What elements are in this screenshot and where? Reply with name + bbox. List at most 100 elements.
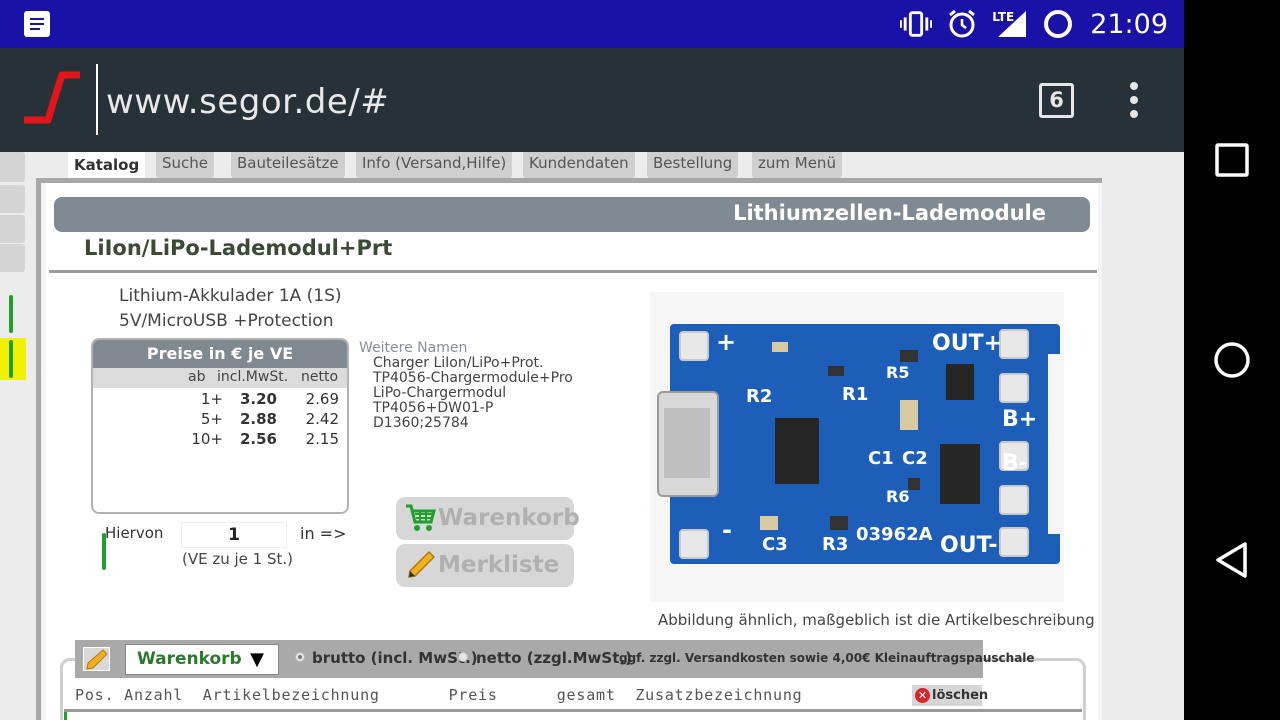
quantity-suffix: in => xyxy=(300,524,347,543)
board-label: R2 xyxy=(746,386,772,407)
tab-switcher-button[interactable]: 6 xyxy=(1039,83,1074,118)
cart-icon xyxy=(406,504,436,531)
pencil-icon xyxy=(408,550,436,578)
tab-kundendaten[interactable]: Kundendaten xyxy=(523,152,635,180)
tab-bauteilesaetze[interactable]: Bauteilesätze xyxy=(231,152,345,180)
price-table-columns: ab incl.MwSt. netto xyxy=(93,368,347,388)
product-image[interactable]: OUT+ OUT- B+ B- R2 R1 R3 R5 R6 C1 C2 C3 … xyxy=(650,292,1064,602)
board-label: R1 xyxy=(842,384,868,405)
url-bar[interactable]: www.segor.de/# xyxy=(106,82,389,122)
tab-bestellung[interactable]: Bestellung xyxy=(647,152,739,180)
board-label: OUT- xyxy=(940,533,997,558)
board-label: 03962A xyxy=(856,524,933,545)
system-nav-bar xyxy=(1184,0,1280,720)
price-netto: 2.42 xyxy=(305,410,339,428)
battery-ring-icon xyxy=(1042,8,1074,40)
divider xyxy=(64,709,1082,712)
site-logo-icon[interactable] xyxy=(22,70,82,130)
edge-tab[interactable] xyxy=(0,215,25,243)
description-line: Lithium-Akkulader 1A (1S) xyxy=(119,286,342,306)
board-label: R5 xyxy=(886,363,909,382)
board-label: R3 xyxy=(822,534,848,555)
quantity-input[interactable]: 1 xyxy=(181,522,287,548)
delete-button[interactable]: ✕ löschen xyxy=(912,685,988,706)
col-netto: netto xyxy=(301,369,339,385)
divider xyxy=(49,270,1097,273)
vibrate-icon xyxy=(900,8,933,40)
product-title: LiIon/LiPo-Lademodul+Prt xyxy=(84,236,393,260)
radio-brutto[interactable] xyxy=(295,652,305,662)
product-description: Lithium-Akkulader 1A (1S) 5V/MicroUSB +P… xyxy=(119,284,342,334)
alternative-names-title: Weitere Namen xyxy=(359,340,468,356)
price-table: Preise in € je VE ab incl.MwSt. netto 1+… xyxy=(91,338,349,514)
basket-select[interactable]: Warenkorb ▼ xyxy=(125,644,279,675)
yellow-marker xyxy=(0,338,26,380)
basket-select-value: Warenkorb xyxy=(137,649,242,669)
category-header[interactable]: Lithiumzellen-Lademodule xyxy=(54,197,1090,232)
tab-info[interactable]: Info (Versand,Hilfe) xyxy=(356,152,513,180)
price-row: 10+ 2.56 2.15 xyxy=(93,429,347,449)
alternative-name: LiPo-Chargermodul xyxy=(373,385,507,401)
price-row: 5+ 2.88 2.42 xyxy=(93,409,347,429)
lte-signal-icon: LTE xyxy=(992,8,1028,40)
alternative-name: TP4056-Chargermodule+Pro xyxy=(373,370,573,386)
quantity-label: Hiervon xyxy=(105,524,164,542)
notification-icon xyxy=(24,11,50,37)
price-table-header: Preise in € je VE xyxy=(93,340,347,368)
price-row: 1+ 3.20 2.69 xyxy=(93,389,347,409)
price-ab: 1+ xyxy=(200,390,223,408)
basket-columns: Pos. Anzahl Artikelbezeichnung Preis ges… xyxy=(75,686,803,704)
description-line: 5V/MicroUSB +Protection xyxy=(119,311,334,331)
edge-tab[interactable] xyxy=(0,152,25,182)
image-caption: Abbildung ähnlich, maßgeblich ist die Ar… xyxy=(658,611,1095,629)
alarm-icon xyxy=(946,8,978,40)
alternative-names: Weitere Namen Charger LiIon/LiPo+Prot. T… xyxy=(359,341,573,431)
board-label: - xyxy=(722,516,732,544)
price-incl: 3.20 xyxy=(239,390,277,408)
green-marker xyxy=(9,295,13,333)
board-label: C1 xyxy=(868,448,894,469)
radio-brutto-label[interactable]: brutto (incl. MwSt.) xyxy=(312,649,478,667)
price-ab: 5+ xyxy=(200,410,223,428)
catalog-frame: Lithiumzellen-Lademodule LiIon/LiPo-Lade… xyxy=(36,178,1102,720)
clock: 21:09 xyxy=(1090,8,1168,40)
watchlist-button-label: Merkliste xyxy=(438,552,560,578)
edit-basket-button[interactable] xyxy=(83,647,110,671)
web-page: Katalog Suche Bauteilesätze Info (Versan… xyxy=(0,152,1184,720)
alternative-name: Charger LiIon/LiPo+Prot. xyxy=(373,355,544,371)
url-separator xyxy=(96,64,98,135)
add-to-watchlist-button[interactable]: Merkliste xyxy=(396,544,574,587)
back-icon[interactable] xyxy=(1212,540,1252,580)
price-netto: 2.15 xyxy=(305,430,339,448)
radio-netto-label[interactable]: netto (zzgl.MwSt.) xyxy=(476,649,632,667)
board-label: OUT+ xyxy=(932,331,1002,356)
unit-note: (VE zu je 1 St.) xyxy=(182,550,294,568)
radio-netto[interactable] xyxy=(458,652,468,662)
home-icon[interactable] xyxy=(1212,340,1252,380)
price-ab: 10+ xyxy=(191,430,223,448)
dropdown-arrow-icon: ▼ xyxy=(250,649,264,670)
recents-icon[interactable] xyxy=(1212,140,1252,180)
alternative-name: D1360;25784 xyxy=(373,415,469,431)
basket-marker xyxy=(64,712,67,720)
col-incl: incl.MwSt. xyxy=(217,369,289,385)
basket-toolbar: Warenkorb ▼ brutto (incl. MwSt.) netto (… xyxy=(75,640,1035,678)
price-incl: 2.56 xyxy=(239,430,277,448)
edge-tab[interactable] xyxy=(0,244,25,272)
tab-suche[interactable]: Suche xyxy=(156,152,215,180)
board-label: B- xyxy=(1002,451,1028,476)
board-label: C3 xyxy=(762,534,788,555)
status-icons: LTE 21:09 xyxy=(900,0,1168,48)
network-type: LTE xyxy=(992,10,1015,24)
delete-label: löschen xyxy=(932,688,989,703)
delete-icon: ✕ xyxy=(915,688,930,703)
price-incl: 2.88 xyxy=(239,410,277,428)
price-netto: 2.69 xyxy=(305,390,339,408)
add-to-cart-button[interactable]: Warenkorb xyxy=(396,497,580,540)
pencil-icon xyxy=(86,649,108,670)
overflow-menu-icon[interactable] xyxy=(1124,82,1144,120)
col-ab: ab xyxy=(188,369,206,385)
edge-tab[interactable] xyxy=(0,185,25,213)
shipping-note: ggf. zzgl. Versandkosten sowie 4,00€ Kle… xyxy=(619,651,1035,665)
tab-zum-menue[interactable]: zum Menü xyxy=(752,152,842,180)
